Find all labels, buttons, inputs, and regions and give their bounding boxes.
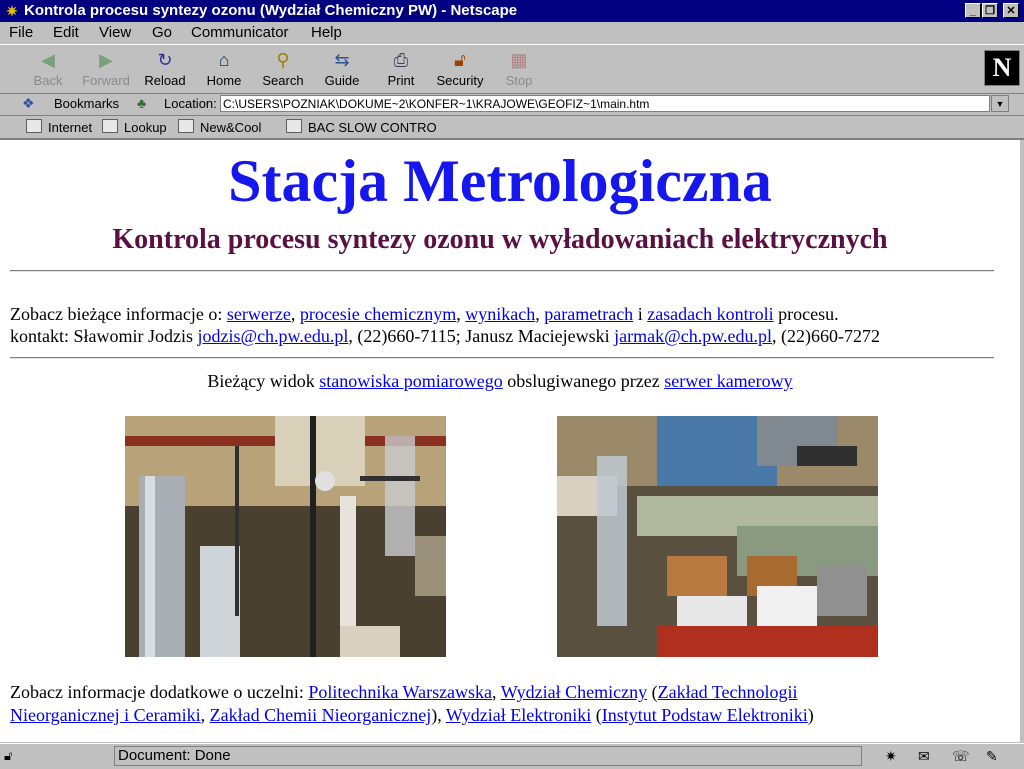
menu-communicator[interactable]: Communicator xyxy=(191,24,289,41)
location-dropdown-button[interactable]: ▼ xyxy=(991,95,1009,112)
stop-icon: ▦ xyxy=(510,50,528,70)
bookmarks-button[interactable]: Bookmarks xyxy=(54,96,119,111)
contact-paragraph: kontakt: Sławomir Jodzis jodzis@ch.pw.ed… xyxy=(10,326,881,346)
maximize-button[interactable]: ❐ xyxy=(982,3,998,18)
lock-icon: 🔓︎ xyxy=(454,50,466,70)
page-subtitle: Kontrola procesu syntezy ozonu w wyładow… xyxy=(112,224,888,255)
bookmark-page-icon xyxy=(286,119,302,133)
link-zasadach-kontroli[interactable]: zasadach kontroli xyxy=(647,304,773,324)
search-icon: ⚲ xyxy=(276,50,290,70)
security-status-icon[interactable]: 🔓︎ xyxy=(4,748,12,764)
vertical-scroll-track[interactable] xyxy=(1020,140,1024,742)
reload-button[interactable]: ↻ Reload xyxy=(137,49,193,91)
link-politechnika-warszawska[interactable]: Politechnika Warszawska xyxy=(308,682,492,702)
horizontal-rule xyxy=(10,270,994,272)
link-wydzial-chemiczny[interactable]: Wydział Chemiczny xyxy=(501,682,647,702)
link-wynikach[interactable]: wynikach xyxy=(465,304,535,324)
personal-item-lookup[interactable]: Lookup xyxy=(102,119,167,135)
window-title: Kontrola procesu syntezy ozonu (Wydział … xyxy=(24,2,518,19)
back-arrow-icon: ◀ xyxy=(41,50,55,70)
link-instytut-podstaw-elektroniki[interactable]: Instytut Podstaw Elektroniki xyxy=(602,705,808,725)
link-serwer-kamerowy[interactable]: serwer kamerowy xyxy=(664,371,792,391)
link-parametrach[interactable]: parametrach xyxy=(544,304,633,324)
folder-icon xyxy=(178,119,194,133)
minimize-button[interactable]: _ xyxy=(965,3,981,18)
search-button[interactable]: ⚲ Search xyxy=(255,49,311,91)
stop-button[interactable]: ▦ Stop xyxy=(491,49,547,91)
guide-signpost-icon: ⇆ xyxy=(334,50,350,70)
security-button[interactable]: 🔓︎ Security xyxy=(432,49,488,91)
folder-icon xyxy=(102,119,118,133)
link-zaklad-technologii[interactable]: Zakład Technologii xyxy=(658,682,798,702)
forward-button[interactable]: ▶ Forward xyxy=(78,49,134,91)
personal-item-newcool[interactable]: New&Cool xyxy=(178,119,261,135)
location-page-icon: ♣ xyxy=(137,95,147,111)
forward-arrow-icon: ▶ xyxy=(99,50,113,70)
view-paragraph: Bieżący widok stanowiska pomiarowego obs… xyxy=(207,371,793,391)
composer-component-icon[interactable]: ✎ xyxy=(986,748,998,765)
lab-photo-left[interactable] xyxy=(125,416,446,657)
discussion-component-icon[interactable]: ☏ xyxy=(952,748,970,765)
link-email-jodzis[interactable]: jodzis@ch.pw.edu.pl xyxy=(198,326,349,346)
home-button[interactable]: ⌂ Home xyxy=(196,49,252,91)
close-button[interactable]: ✕ xyxy=(1003,3,1019,18)
menu-edit[interactable]: Edit xyxy=(53,24,79,41)
status-text: Document: Done xyxy=(118,747,231,764)
netscape-app-icon[interactable]: ✷ xyxy=(4,3,20,19)
navigator-component-icon[interactable]: ✷ xyxy=(885,748,897,765)
menu-help[interactable]: Help xyxy=(311,24,342,41)
menu-go[interactable]: Go xyxy=(152,24,172,41)
page-content: Stacja Metrologiczna Kontrola procesu sy… xyxy=(0,140,1020,742)
info-paragraph: Zobacz bieżące informacje o: serwerze, p… xyxy=(10,304,839,324)
menu-bar: File Edit View Go Communicator Help xyxy=(0,22,1024,42)
bookmark-page-icon xyxy=(26,119,42,133)
back-button[interactable]: ◀ Back xyxy=(20,49,76,91)
link-zaklad-technologii-cont[interactable]: Nieorganicznej i Ceramiki xyxy=(10,705,201,725)
horizontal-rule xyxy=(10,357,994,359)
link-email-jarmak[interactable]: jarmak@ch.pw.edu.pl xyxy=(614,326,772,346)
personal-item-bac-slow-contro[interactable]: BAC SLOW CONTRO xyxy=(286,119,437,135)
guide-button[interactable]: ⇆ Guide xyxy=(314,49,370,91)
title-bar: ✷ Kontrola procesu syntezy ozonu (Wydzia… xyxy=(0,0,1024,22)
page-title: Stacja Metrologiczna xyxy=(228,148,772,214)
link-zaklad-chemii-nieorganicznej[interactable]: Zakład Chemii Nieorganicznej xyxy=(210,705,432,725)
link-procesie-chemicznym[interactable]: procesie chemicznym xyxy=(300,304,456,324)
home-icon: ⌂ xyxy=(218,50,230,70)
location-toolbar: ❖ Bookmarks ♣ Location: C:\USERS\POZNIAK… xyxy=(0,93,1024,116)
personal-item-internet[interactable]: Internet xyxy=(26,119,92,135)
lab-photo-right[interactable] xyxy=(557,416,878,657)
menu-file[interactable]: File xyxy=(9,24,33,41)
navigation-toolbar: ◀ Back ▶ Forward ↻ Reload ⌂ Home ⚲ Searc… xyxy=(0,44,1024,94)
extra-info-line2: Nieorganicznej i Ceramiki, Zakład Chemii… xyxy=(10,705,814,725)
extra-info-line1: Zobacz informacje dodatkowe o uczelni: P… xyxy=(10,682,798,702)
link-wydzial-elektroniki[interactable]: Wydział Elektroniki xyxy=(446,705,591,725)
print-button[interactable]: ⎙ Print xyxy=(373,49,429,91)
location-input[interactable]: C:\USERS\POZNIAK\DOKUME~2\KONFER~1\KRAJO… xyxy=(220,95,990,112)
menu-view[interactable]: View xyxy=(99,24,131,41)
link-serwerze[interactable]: serwerze xyxy=(227,304,291,324)
netscape-logo[interactable]: N xyxy=(984,50,1020,86)
personal-toolbar: Internet Lookup New&Cool BAC SLOW CONTRO xyxy=(0,116,1024,140)
reload-icon: ↻ xyxy=(157,50,173,70)
link-stanowiska-pomiarowego[interactable]: stanowiska pomiarowego xyxy=(319,371,502,391)
printer-icon: ⎙ xyxy=(393,50,409,70)
status-bar: 🔓︎ Document: Done ✷ ✉ ☏ ✎ xyxy=(0,743,1024,769)
location-label: Location: xyxy=(164,96,217,111)
bookmarks-icon: ❖ xyxy=(22,95,35,111)
mail-component-icon[interactable]: ✉ xyxy=(918,748,930,765)
